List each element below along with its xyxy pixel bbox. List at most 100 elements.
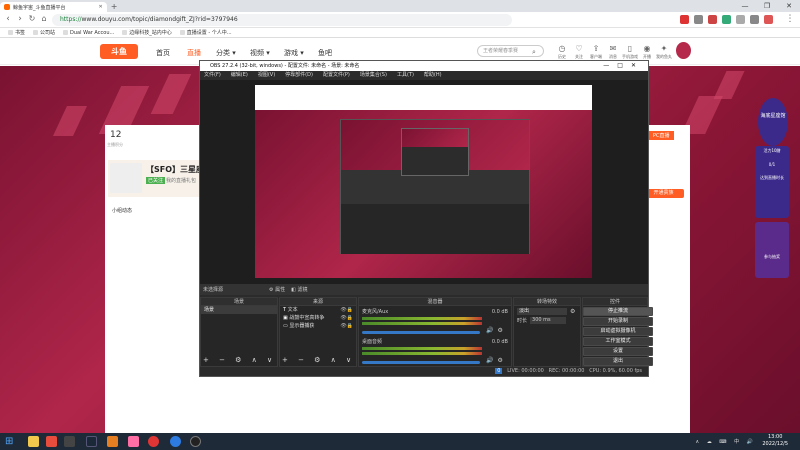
- bilibili-icon[interactable]: [128, 436, 139, 447]
- filters-button[interactable]: ◧ 滤镜: [291, 286, 307, 293]
- speaker-icon[interactable]: 🔊: [486, 327, 493, 334]
- douyu-logo[interactable]: 斗鱼: [100, 44, 138, 59]
- obs-icon[interactable]: [190, 436, 201, 447]
- forward-icon[interactable]: ›: [14, 14, 26, 24]
- volume-slider[interactable]: [362, 361, 480, 364]
- promo-badge[interactable]: 海底星座馆: [758, 98, 788, 146]
- menu-view[interactable]: 视图(V): [258, 71, 275, 80]
- anchor-avatar[interactable]: [110, 163, 142, 193]
- pc-live-button[interactable]: PC直播: [649, 131, 674, 140]
- tab-douyu[interactable]: 鲸鱼宇宙_斗鱼直播平台 ✕: [0, 2, 107, 12]
- obs-menu-bar: 文件(F) 编辑(E) 视图(V) 停靠部件(D) 配置文件(P) 场景集合(S…: [200, 71, 648, 80]
- start-recording-button[interactable]: 开始录制: [583, 317, 653, 326]
- minimize-button[interactable]: —: [734, 0, 756, 12]
- nav-yuba[interactable]: 鱼吧: [318, 48, 332, 58]
- nav-home[interactable]: 首页: [156, 48, 170, 58]
- url-input[interactable]: https://www.douyu.com/topic/diamondgift_…: [52, 14, 512, 26]
- profile-icon[interactable]: [750, 15, 759, 24]
- menu-docks[interactable]: 停靠部件(D): [285, 71, 313, 80]
- stat-value: 12: [110, 130, 122, 140]
- properties-button[interactable]: ⚙ 属性: [269, 286, 285, 293]
- studio-mode-button[interactable]: 工作室模式: [583, 337, 653, 346]
- app-icon[interactable]: [64, 436, 75, 447]
- back-icon[interactable]: ‹: [2, 14, 14, 24]
- system-tray[interactable]: ∧ ☁ ⌨ 中 🔊: [696, 438, 756, 445]
- bookmark-item[interactable]: Dual War Accou...: [63, 30, 114, 36]
- volume-slider[interactable]: [362, 331, 480, 334]
- menu-help[interactable]: 帮助(H): [424, 71, 442, 80]
- speaker-icon[interactable]: 🔊: [486, 357, 493, 364]
- extension-icon[interactable]: [764, 15, 773, 24]
- source-item[interactable]: ▣ 战鼓中宣高转争 👁🔒: [280, 314, 356, 322]
- mixer-track: 桌面音频 0.0 dB 🔊 ⚙: [359, 336, 511, 366]
- visibility-lock-icon: 👁🔒: [340, 315, 353, 321]
- track-db: 0.0 dB: [491, 308, 508, 315]
- bookmark-item[interactable]: 直播设置 - 个人中...: [179, 29, 232, 36]
- windows-start-icon[interactable]: ⊞: [5, 436, 16, 447]
- extension-icon[interactable]: [736, 15, 745, 24]
- reload-icon[interactable]: ↻: [26, 14, 38, 23]
- captured-obs-window-nested: [401, 128, 469, 176]
- transition-select[interactable]: 淡出: [517, 308, 567, 315]
- bookmark-icon: [122, 30, 128, 35]
- bookmark-item[interactable]: 公司站: [33, 29, 55, 36]
- promo-card[interactable]: 参与抽奖: [755, 222, 789, 278]
- virtual-camera-button[interactable]: 启动虚拟摄像机: [583, 327, 653, 336]
- extension-icon[interactable]: [694, 15, 703, 24]
- browser-icon[interactable]: [170, 436, 181, 447]
- extension-icon[interactable]: [722, 15, 731, 24]
- room-title[interactable]: 【SFO】三星座: [146, 164, 204, 175]
- close-window-button[interactable]: ✕: [778, 0, 800, 12]
- track-name: 麦克风/Aux: [362, 309, 389, 315]
- settings-button[interactable]: 设置: [583, 347, 653, 356]
- menu-tools[interactable]: 工具(T): [397, 71, 414, 80]
- avatar[interactable]: [676, 42, 691, 59]
- live-timer: LIVE: 00:00:00: [507, 368, 544, 374]
- bookmark-item[interactable]: 书签: [8, 29, 25, 36]
- app-icon[interactable]: [46, 436, 57, 447]
- menu-edit[interactable]: 编辑(E): [231, 71, 248, 80]
- search-icon[interactable]: ⌕: [532, 48, 536, 57]
- nav-category[interactable]: 分类 ▾: [216, 48, 236, 58]
- transitions-header: 转场特效: [514, 298, 580, 306]
- gear-icon[interactable]: ⚙: [497, 357, 502, 364]
- obs-preview[interactable]: [200, 80, 648, 284]
- menu-scene-collection[interactable]: 场景集合(S): [360, 71, 387, 80]
- captured-obs-window: [340, 119, 530, 254]
- exit-button[interactable]: 退出: [583, 357, 653, 366]
- extension-icon[interactable]: [680, 15, 689, 24]
- stop-streaming-button[interactable]: 停止推流: [583, 307, 653, 316]
- sources-header: 来源: [280, 298, 356, 306]
- url-text: www.douyu.com/topic/diamondgift_ZJ?rid=3…: [81, 16, 238, 23]
- nav-games[interactable]: 游戏 ▾: [284, 48, 304, 58]
- new-tab-button[interactable]: +: [111, 2, 118, 11]
- obs-window-controls[interactable]: —□✕: [603, 61, 644, 71]
- clock[interactable]: 13:00 2022/12/5: [762, 434, 788, 448]
- maximize-button[interactable]: ❐: [756, 0, 778, 12]
- home-icon[interactable]: ⌂: [38, 14, 50, 23]
- menu-file[interactable]: 文件(F): [204, 71, 221, 80]
- steam-icon[interactable]: [86, 436, 97, 447]
- bookmark-item[interactable]: 边缘科技_站内中心: [122, 29, 172, 36]
- menu-icon[interactable]: ⋮: [784, 14, 796, 24]
- nav-video[interactable]: 视频 ▾: [250, 48, 270, 58]
- extension-icon[interactable]: [708, 15, 717, 24]
- gear-icon[interactable]: ⚙: [497, 327, 502, 334]
- bulb-icon[interactable]: ✦ 我的鱼丸: [654, 44, 674, 60]
- source-item[interactable]: ▭ 显示器捕获 👁🔒: [280, 322, 356, 330]
- right-action-button[interactable]: 开通贵族: [643, 189, 684, 198]
- nav-live[interactable]: 直播: [187, 48, 201, 58]
- source-item[interactable]: T 文本 👁🔒: [280, 306, 356, 314]
- netease-music-icon[interactable]: [148, 436, 159, 447]
- duration-input[interactable]: 300 ms: [530, 317, 567, 324]
- menu-profile[interactable]: 配置文件(P): [323, 71, 350, 80]
- scene-item[interactable]: 场景: [201, 306, 277, 314]
- file-explorer-icon[interactable]: [28, 436, 39, 447]
- promo-card[interactable]: 活力10蹭 0/1 达到直播时长: [755, 146, 789, 218]
- bookmark-icon: [179, 30, 185, 35]
- close-tab-icon[interactable]: ✕: [99, 4, 103, 10]
- source-dock-controls[interactable]: + − ⚙ ∧ ∨: [282, 356, 355, 364]
- gear-icon[interactable]: ⚙: [570, 308, 575, 315]
- scene-dock-controls[interactable]: + − ⚙ ∧ ∨: [203, 356, 276, 364]
- app-icon[interactable]: [107, 436, 118, 447]
